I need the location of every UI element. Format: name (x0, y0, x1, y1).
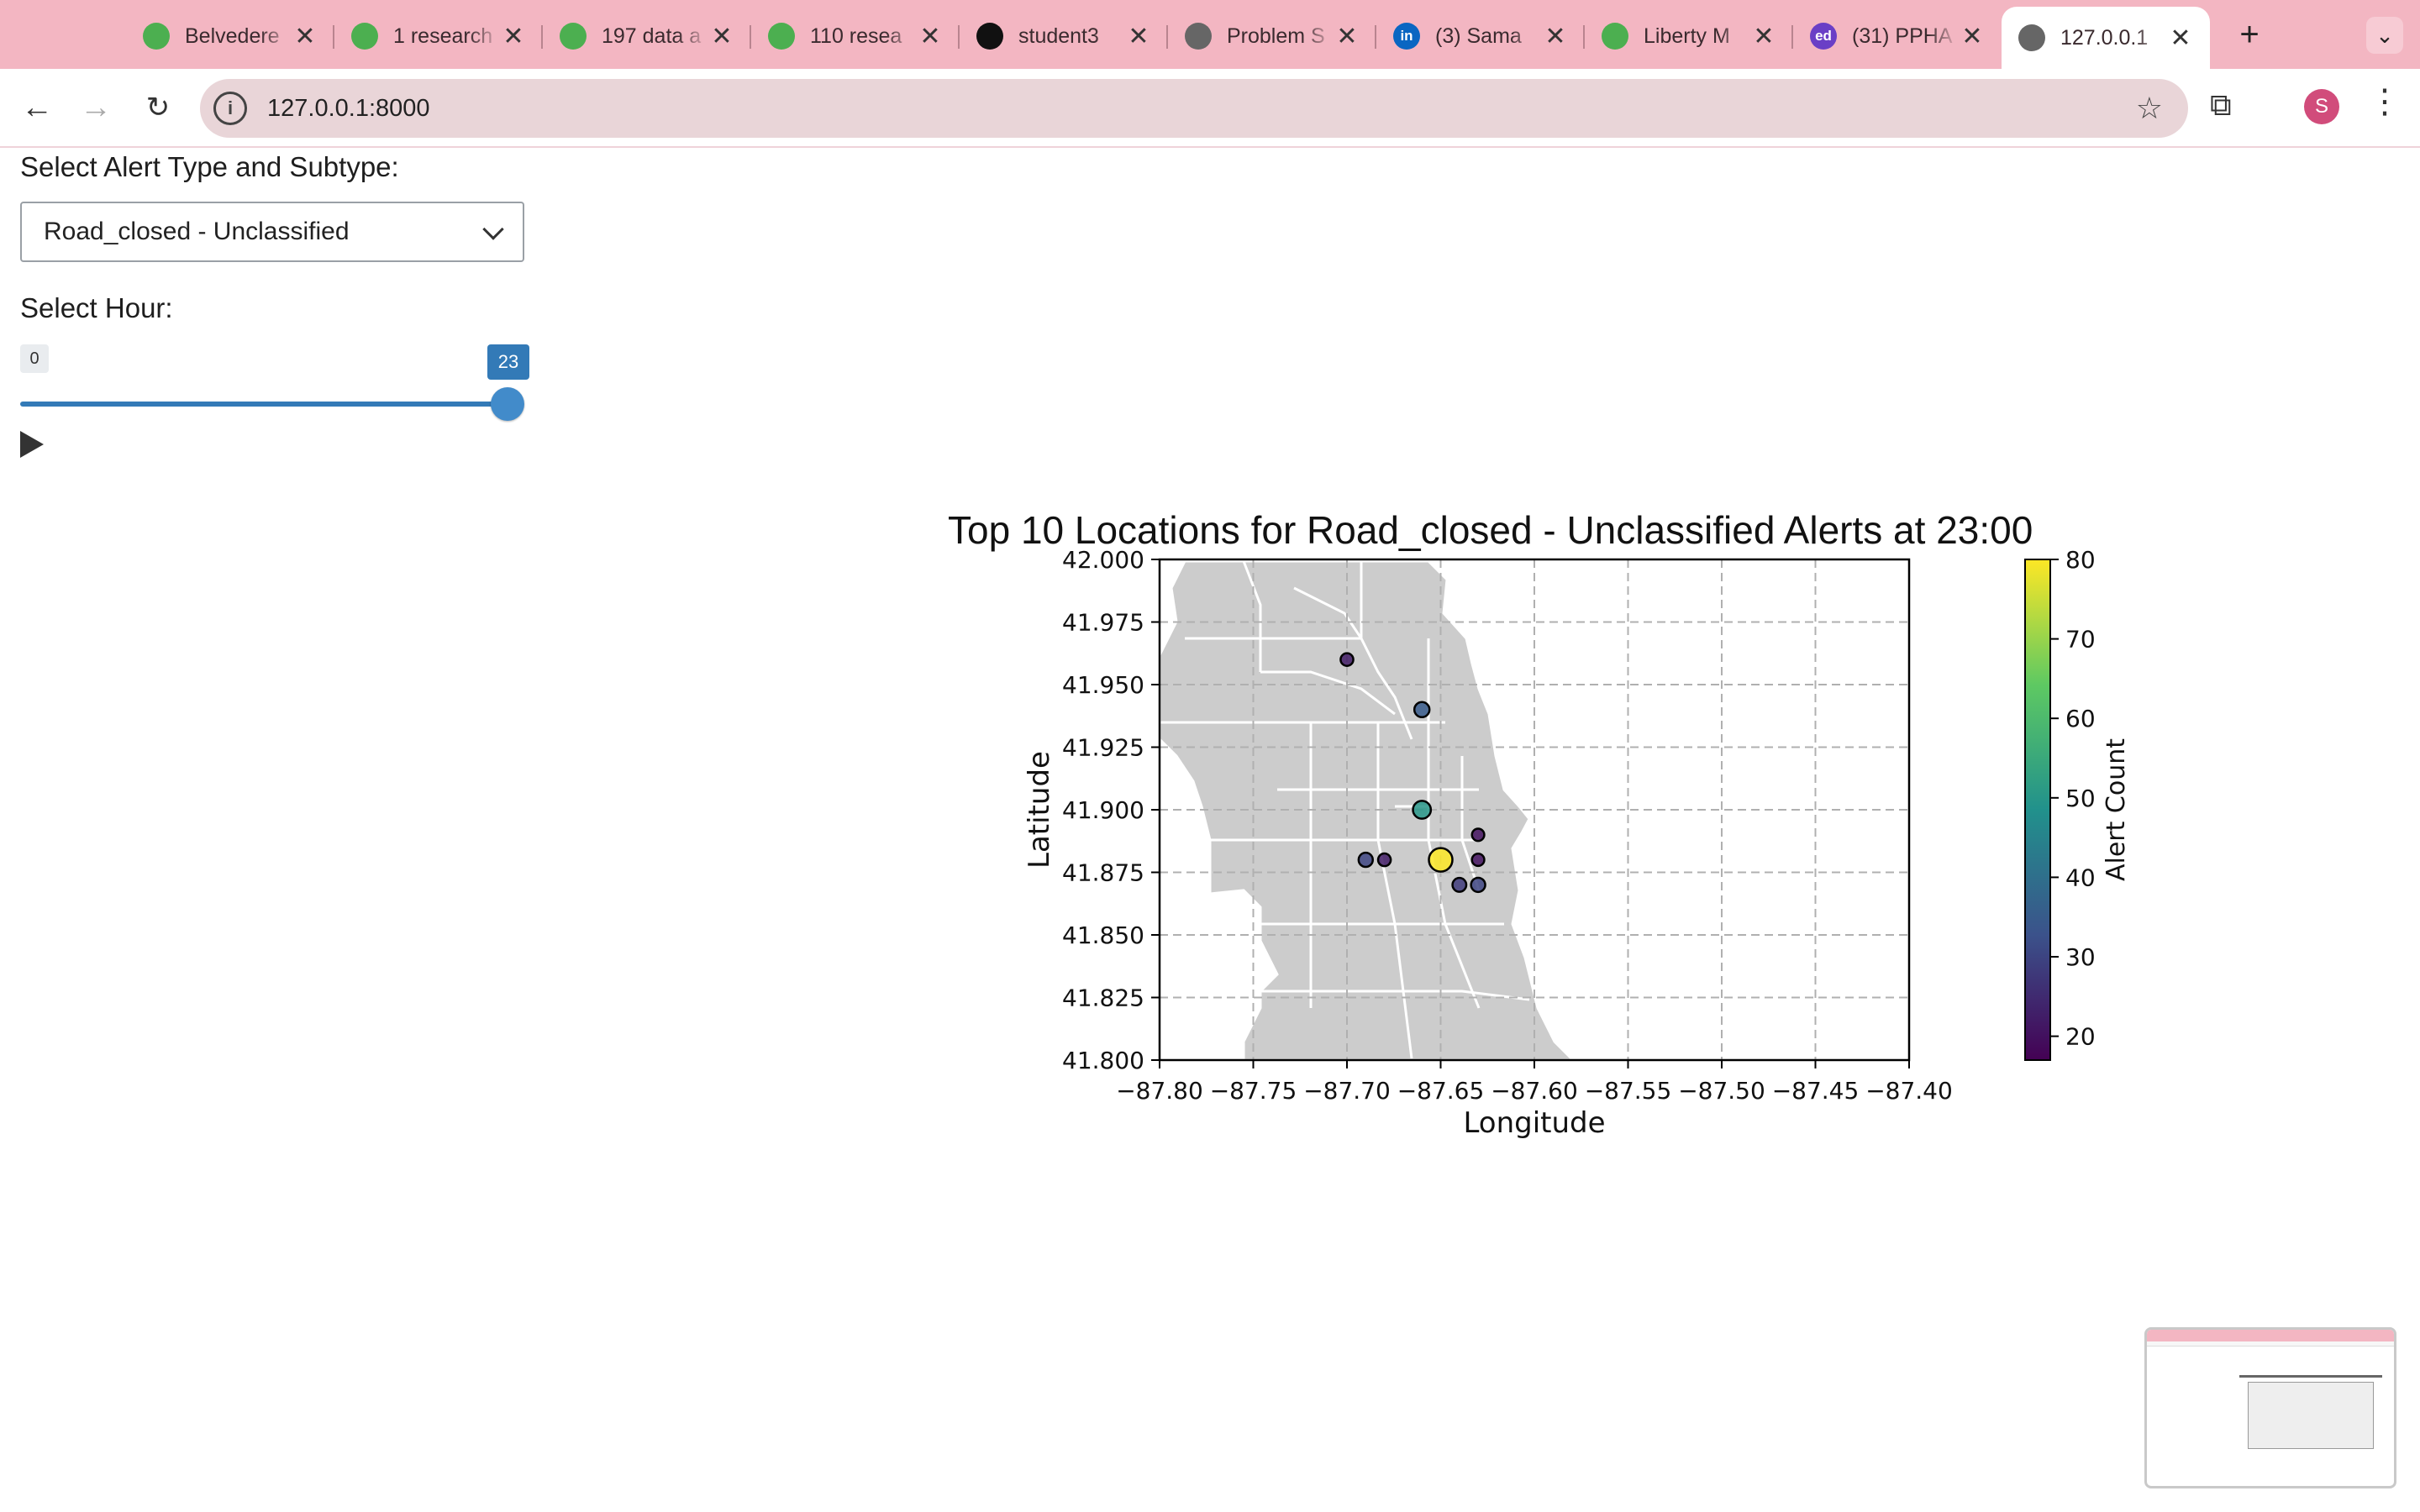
x-tick-label: −87.75 (1210, 1077, 1297, 1105)
data-point (1470, 827, 1486, 843)
y-tick-label: 41.800 (1062, 1047, 1144, 1074)
x-axis-label: Longitude (1463, 1106, 1605, 1140)
x-tick-label: −87.50 (1678, 1077, 1765, 1105)
y-axis-ticks: 41.800 41.825 41.850 41.875 41.900 41.925 41.9… (1062, 546, 1160, 1074)
x-tick-label: −87.60 (1491, 1077, 1578, 1105)
colorbar-tick-label: 80 (2065, 546, 2096, 574)
x-tick-label: −87.80 (1116, 1077, 1203, 1105)
y-tick-label: 41.875 (1062, 859, 1144, 887)
y-tick-label: 41.900 (1062, 796, 1144, 824)
x-tick-label: −87.45 (1772, 1077, 1860, 1105)
y-tick-label: 41.925 (1062, 734, 1144, 762)
y-tick-label: 41.975 (1062, 609, 1144, 637)
y-tick-label: 42.000 (1062, 546, 1144, 574)
y-tick-label: 41.825 (1062, 984, 1144, 1012)
thumbnail-title (2239, 1375, 2382, 1378)
thumbnail-tabbar (2147, 1330, 2394, 1341)
y-tick-label: 41.950 (1062, 671, 1144, 699)
thumbnail-toolbar (2147, 1341, 2394, 1347)
data-point (1357, 851, 1374, 869)
colorbar-ticks: 20 30 40 50 60 70 80 (2050, 546, 2096, 1051)
colorbar-tick-label: 20 (2065, 1023, 2096, 1051)
data-point (1470, 853, 1486, 868)
data-point (1428, 847, 1454, 873)
colorbar-tick-label: 30 (2065, 943, 2096, 971)
x-tick-label: −87.70 (1303, 1077, 1391, 1105)
picture-in-picture-thumbnail[interactable] (2144, 1327, 2396, 1488)
x-tick-label: −87.55 (1585, 1077, 1672, 1105)
data-point (1376, 852, 1392, 868)
x-tick-label: −87.65 (1397, 1077, 1485, 1105)
colorbar-tick-label: 40 (2065, 864, 2096, 891)
data-point (1412, 800, 1433, 820)
data-point (1451, 876, 1468, 893)
colorbar-tick-label: 50 (2065, 785, 2096, 812)
data-point (1413, 701, 1431, 719)
x-axis-ticks: −87.80 −87.75 −87.70 −87.65 −87.60 −87.55 −87.… (1116, 1060, 1953, 1105)
data-point (1470, 876, 1486, 894)
data-point (1339, 652, 1355, 668)
x-tick-label: −87.40 (1865, 1077, 1953, 1105)
y-axis-label: Latitude (1023, 751, 1056, 869)
colorbar (2024, 559, 2051, 1061)
colorbar-tick-label: 70 (2065, 626, 2096, 654)
map-chart: −87.80 −87.75 −87.70 −87.65 −87.60 −87.55 −87.… (1023, 546, 2131, 1140)
colorbar-label: Alert Count (2102, 738, 2131, 881)
colorbar-tick-label: 60 (2065, 705, 2096, 732)
y-tick-label: 41.850 (1062, 921, 1144, 949)
thumbnail-plot (2248, 1382, 2374, 1449)
